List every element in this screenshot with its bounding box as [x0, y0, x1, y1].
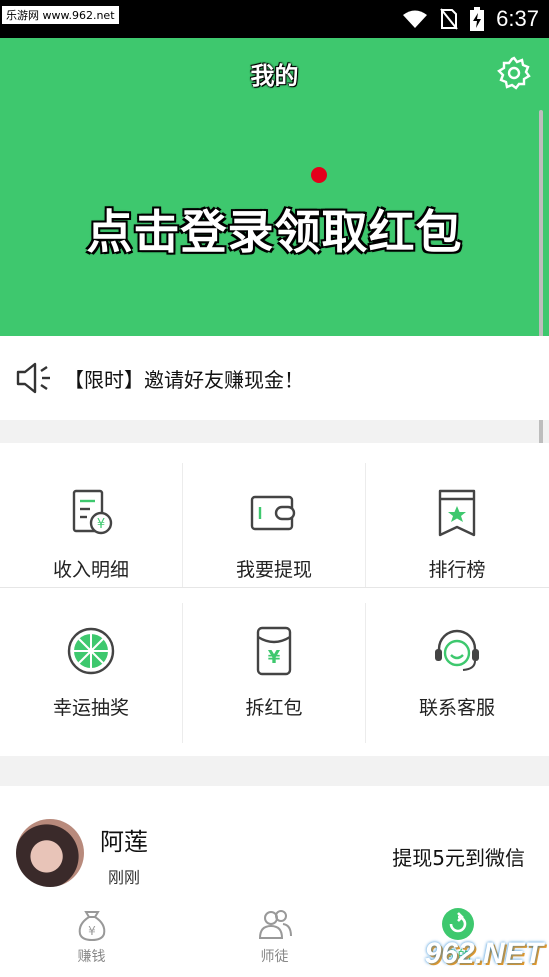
- menu-item-withdraw[interactable]: 我要提现: [183, 463, 366, 587]
- tab-mentor[interactable]: 师徒: [183, 896, 366, 977]
- menu-item-label: 我要提现: [235, 559, 312, 581]
- no-sim-icon: [440, 8, 458, 30]
- wifi-icon: [403, 10, 428, 28]
- page-title: 我的: [250, 62, 299, 90]
- profile-header: 我的 点击登录领取红包: [0, 38, 549, 336]
- status-icons: 6:37: [402, 6, 539, 32]
- menu-row: 幸运抽奖 ¥ 拆红包 联系客服: [0, 603, 549, 743]
- red-envelope-icon: ¥: [256, 626, 292, 676]
- feed-time: 刚刚: [108, 868, 141, 887]
- notification-dot: [311, 167, 327, 183]
- notice-banner[interactable]: 【限时】邀请好友赚现金！: [0, 336, 549, 420]
- status-bar: 乐游网 www.962.net 6:37: [0, 0, 549, 38]
- lucky-wheel-icon: [67, 627, 115, 675]
- menu-grid: ¥ 收入明细 我要提现 排行榜 幸运抽奖 ¥ 拆红包 联系客服: [0, 443, 549, 756]
- menu-item-label: 拆红包: [245, 697, 303, 719]
- users-icon: [258, 910, 292, 939]
- battery-charging-icon: [470, 7, 485, 31]
- headset-icon: [435, 629, 479, 671]
- notice-text: 【限时】邀请好友赚现金！: [64, 367, 304, 392]
- menu-item-label: 收入明细: [52, 559, 129, 581]
- menu-item-income-detail[interactable]: ¥ 收入明细: [0, 463, 183, 587]
- menu-item-red-envelope[interactable]: ¥ 拆红包: [183, 603, 366, 743]
- tab-label: 赚钱: [77, 949, 106, 965]
- speaker-icon: [16, 362, 50, 394]
- feed-message: 提现5元到微信: [392, 846, 525, 870]
- menu-item-customer-service[interactable]: 联系客服: [366, 603, 548, 743]
- tab-label: 师徒: [260, 949, 289, 965]
- gear-icon[interactable]: [497, 56, 531, 90]
- svg-text:¥: ¥: [268, 647, 281, 668]
- avatar: [16, 819, 84, 887]
- wallet-icon: [250, 495, 296, 531]
- login-cta-button[interactable]: 点击登录领取红包: [0, 196, 549, 262]
- income-detail-icon: ¥: [72, 489, 113, 535]
- menu-item-label: 排行榜: [428, 559, 486, 581]
- menu-item-label: 幸运抽奖: [52, 697, 129, 719]
- ranking-icon: [438, 489, 476, 537]
- money-bag-icon: ¥: [78, 911, 105, 942]
- feed-user-name: 阿莲: [100, 828, 148, 856]
- menu-item-ranking[interactable]: 排行榜: [366, 463, 548, 587]
- menu-item-lucky-draw[interactable]: 幸运抽奖: [0, 603, 183, 743]
- tab-earn[interactable]: ¥ 赚钱: [0, 896, 183, 977]
- watermark-logo: 962.NET: [424, 937, 543, 970]
- menu-item-label: 联系客服: [418, 697, 495, 719]
- watermark-label: 乐游网 www.962.net: [2, 6, 119, 24]
- withdraw-feed: 阿莲 刚刚 提现5元到微信: [0, 786, 549, 896]
- status-time: 6:37: [496, 6, 539, 31]
- bottom-tab-bar: ¥ 赚钱 师徒 我的 962.NET: [0, 896, 549, 977]
- svg-text:¥: ¥: [97, 517, 105, 532]
- menu-row: ¥ 收入明细 我要提现 排行榜: [0, 463, 549, 588]
- svg-text:¥: ¥: [88, 924, 96, 938]
